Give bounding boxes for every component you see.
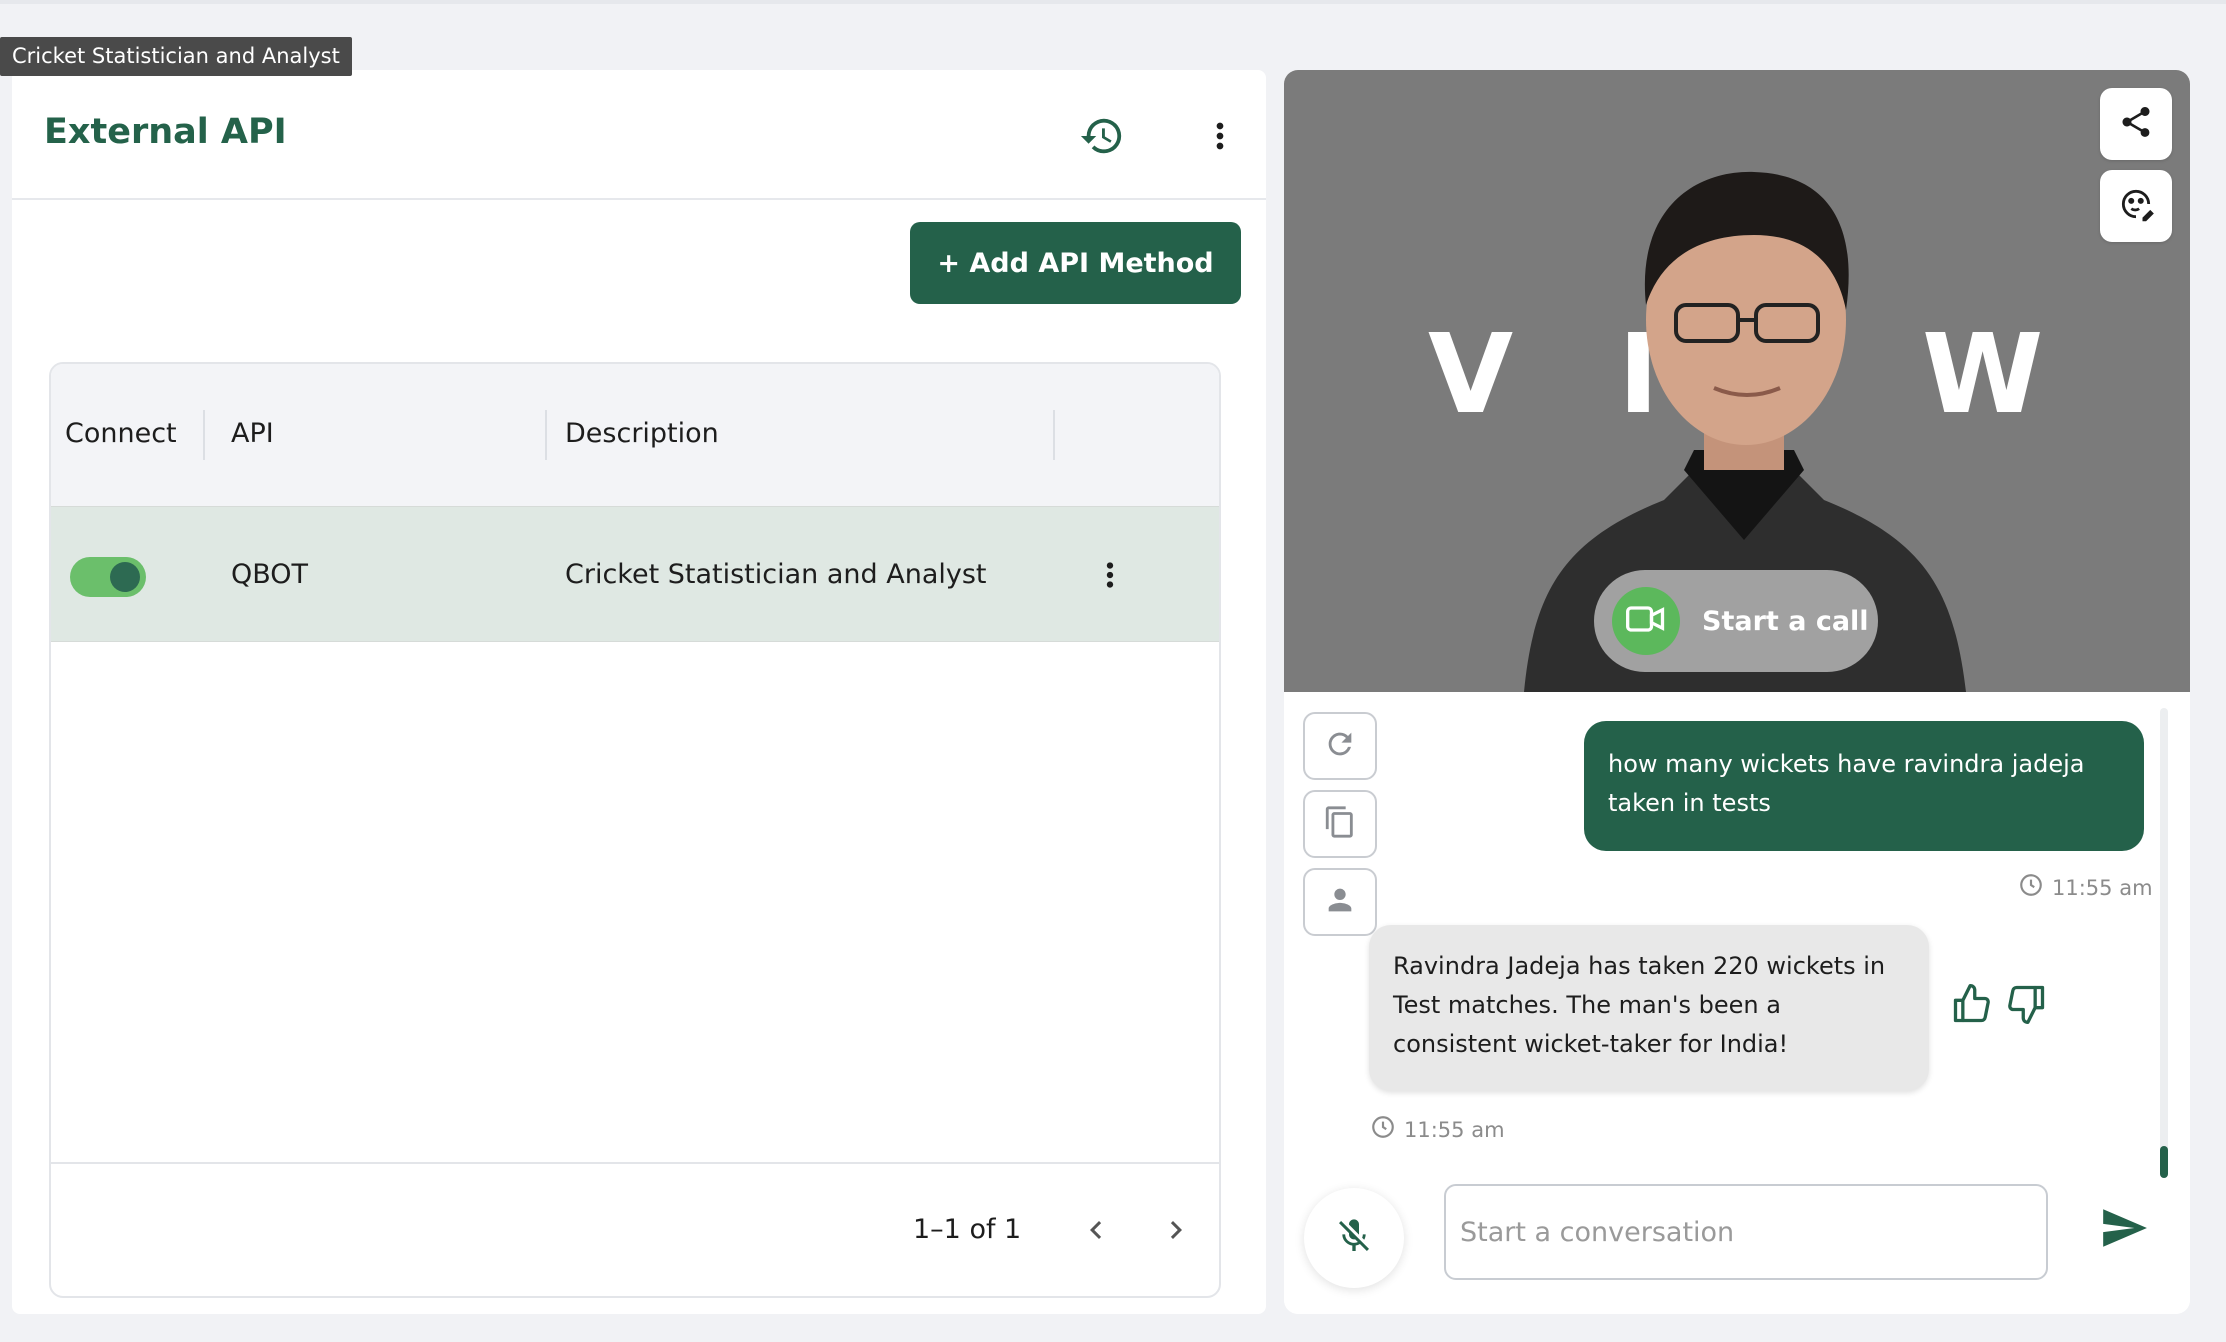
table-footer: 1–1 of 1 xyxy=(51,1162,1219,1296)
bot-message: Ravindra Jadeja has taken 220 wickets in… xyxy=(1369,925,1929,1091)
previous-page-button[interactable] xyxy=(1071,1202,1121,1262)
history-icon xyxy=(1079,113,1125,163)
column-divider xyxy=(545,410,547,460)
table-header: Connect API Description xyxy=(51,364,1219,506)
more-options-button[interactable] xyxy=(1190,108,1250,168)
chat-input[interactable] xyxy=(1444,1184,2048,1280)
column-divider xyxy=(1053,410,1055,460)
api-name-cell: QBOT xyxy=(231,559,309,590)
thumb-down-icon xyxy=(2004,985,2048,1030)
thumb-up-icon xyxy=(1950,984,1994,1030)
connect-toggle[interactable] xyxy=(70,557,146,597)
avatar-settings-button[interactable] xyxy=(2100,170,2172,242)
history-button[interactable] xyxy=(1072,108,1132,168)
send-icon xyxy=(2099,1203,2149,1257)
chevron-left-icon xyxy=(1078,1212,1114,1252)
timestamp-text: 11:55 am xyxy=(1404,1117,1505,1142)
add-api-method-button[interactable]: + Add API Method xyxy=(910,222,1241,304)
call-icon-circle xyxy=(1612,587,1680,655)
refresh-button[interactable] xyxy=(1303,712,1377,780)
share-icon xyxy=(2118,104,2154,144)
copy-icon xyxy=(1323,805,1357,843)
column-header-connect: Connect xyxy=(65,418,177,449)
clock-icon xyxy=(1370,1114,1396,1145)
description-cell: Cricket Statistician and Analyst xyxy=(565,559,987,590)
chat-area: how many wickets have ravindra jadeja ta… xyxy=(1284,692,2190,1314)
share-button[interactable] xyxy=(2100,88,2172,160)
send-button[interactable] xyxy=(2092,1198,2156,1262)
face-edit-icon xyxy=(2117,185,2155,227)
scrollbar-thumb[interactable] xyxy=(2160,1146,2168,1178)
page-title: External API xyxy=(44,112,287,152)
more-vert-icon xyxy=(1091,556,1129,598)
column-divider xyxy=(203,410,205,460)
row-actions-button[interactable] xyxy=(1085,547,1135,607)
api-table: Connect API Description QBOT Cricket Sta… xyxy=(49,362,1221,1298)
tooltip: Cricket Statistician and Analyst xyxy=(0,37,352,76)
assistant-panel: V I W Start a call how many wickets have… xyxy=(1284,70,2190,1314)
top-bar xyxy=(0,0,2226,4)
toggle-knob xyxy=(110,562,140,592)
user-message: how many wickets have ravindra jadeja ta… xyxy=(1584,721,2144,851)
person-button[interactable] xyxy=(1303,868,1377,936)
video-camera-icon xyxy=(1624,597,1668,645)
clock-icon xyxy=(2018,872,2044,903)
refresh-icon xyxy=(1323,727,1357,765)
thumbs-down-button[interactable] xyxy=(2004,982,2048,1026)
pagination-text: 1–1 of 1 xyxy=(913,1214,1022,1245)
column-header-description: Description xyxy=(565,418,719,449)
message-timestamp: 11:55 am xyxy=(2018,872,2153,903)
copy-button[interactable] xyxy=(1303,790,1377,858)
start-call-label: Start a call xyxy=(1702,605,1869,637)
column-header-api: API xyxy=(231,418,274,449)
external-api-panel: External API + Add API Method Connect AP… xyxy=(12,70,1266,1314)
person-icon xyxy=(1323,883,1357,921)
video-area: V I W Start a call xyxy=(1284,70,2190,692)
start-call-button[interactable]: Start a call xyxy=(1594,570,1878,672)
table-row[interactable]: QBOT Cricket Statistician and Analyst xyxy=(51,506,1219,642)
more-vert-icon xyxy=(1200,116,1240,160)
panel-header: External API xyxy=(12,70,1266,200)
chevron-right-icon xyxy=(1158,1212,1194,1252)
thumbs-up-button[interactable] xyxy=(1950,982,1994,1026)
mic-toggle-button[interactable] xyxy=(1304,1188,1404,1288)
message-timestamp: 11:55 am xyxy=(1370,1114,1505,1145)
chat-scrollbar[interactable] xyxy=(2160,708,2168,1178)
mic-off-icon xyxy=(1334,1216,1374,1260)
next-page-button[interactable] xyxy=(1151,1202,1201,1262)
timestamp-text: 11:55 am xyxy=(2052,875,2153,900)
